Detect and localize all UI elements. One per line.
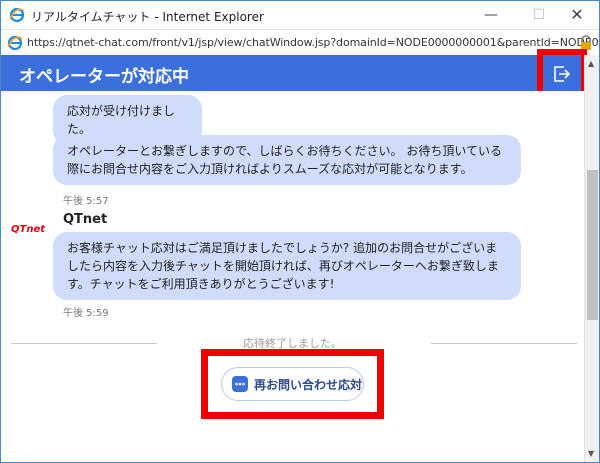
scrollbar[interactable]: ▲ ▼ bbox=[584, 55, 599, 462]
message-time: 午後 5:59 bbox=[63, 308, 109, 319]
ie-icon bbox=[9, 7, 25, 23]
ie-icon bbox=[7, 35, 23, 51]
scroll-up-icon[interactable]: ▲ bbox=[588, 59, 594, 68]
message-time: 午後 5:57 bbox=[63, 196, 109, 207]
avatar: QTnet bbox=[11, 224, 45, 235]
browser-window: リアルタイムチャット - Internet Explorer — ☐ ✕ htt… bbox=[0, 0, 600, 463]
window-title: リアルタイムチャット - Internet Explorer bbox=[31, 10, 264, 24]
url-text[interactable]: https://qtnet-chat.com/front/v1/jsp/view… bbox=[27, 36, 599, 49]
exit-icon bbox=[554, 66, 571, 82]
title-bar: リアルタイムチャット - Internet Explorer — ☐ ✕ bbox=[1, 1, 599, 29]
chat-header: オペレーターが対応中 bbox=[1, 55, 584, 91]
header-title: オペレーターが対応中 bbox=[19, 67, 189, 87]
chat-bubble-icon bbox=[232, 376, 248, 392]
message-bubble: お客様チャット応対はご満足頂けましたでしょうか? 追加のお問合せがございましたら… bbox=[53, 232, 521, 300]
message-bubble: オペレーターとお繋ぎしますので、しばらくお待ちください。 お待ち頂いている際にお… bbox=[53, 135, 521, 185]
message-text: 応対が受け付けました。 bbox=[67, 104, 176, 136]
message-text: お客様チャット応対はご満足頂けましたでしょうか? 追加のお問合せがございましたら… bbox=[67, 241, 499, 291]
close-button[interactable]: ✕ bbox=[555, 1, 599, 29]
sender-name: QTnet bbox=[63, 212, 108, 227]
scroll-down-icon[interactable]: ▼ bbox=[588, 449, 594, 458]
minimize-button[interactable]: — bbox=[469, 1, 513, 29]
message-text: オペレーターとお繋ぎしますので、しばらくお待ちください。 お待ち頂いている際にお… bbox=[67, 144, 502, 176]
chat-log: 応対が受け付けました。 オペレーターとお繋ぎしますので、しばらくお待ちください。… bbox=[1, 91, 584, 462]
reinquiry-label: 再お問い合わせ応対 bbox=[254, 378, 363, 392]
qtnet-logo: QTnet bbox=[11, 224, 46, 235]
scroll-thumb[interactable] bbox=[587, 170, 598, 320]
reinquiry-button[interactable]: 再お問い合わせ応対 bbox=[221, 367, 364, 401]
address-bar[interactable]: https://qtnet-chat.com/front/v1/jsp/view… bbox=[1, 29, 599, 57]
